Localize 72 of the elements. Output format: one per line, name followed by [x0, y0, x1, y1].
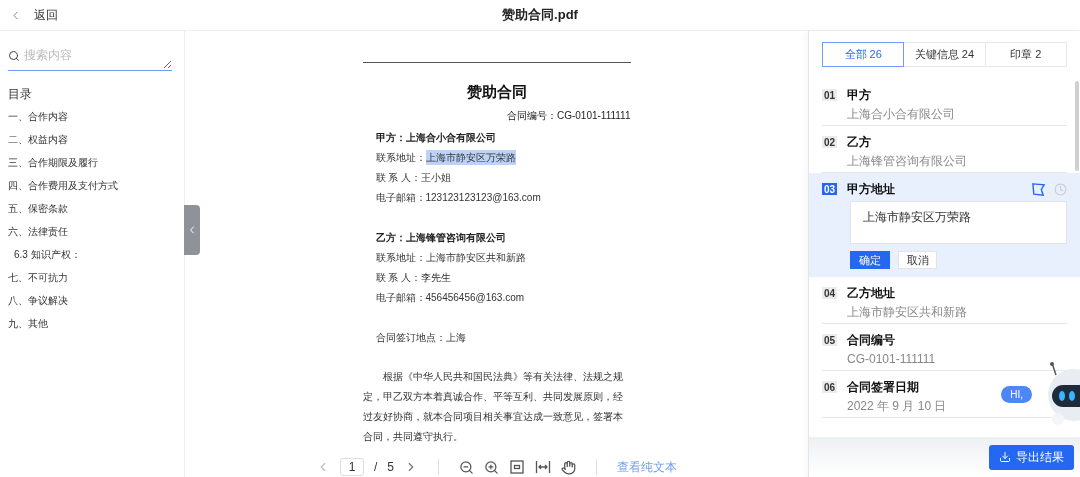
result-tab[interactable]: 关键信息 24 — [903, 42, 986, 67]
document-paragraph: 根据《中华人民共和国民法典》等有关法律、法规之规定，甲乙双方本着真诚合作、平等互利、共同发展原则，经过友好协商，就本合同项目相关事宜达成一致意见，签署本合同，共同遵守执行。 — [362, 370, 624, 444]
item-value: 上海合小合有限公司 — [847, 106, 955, 123]
download-icon — [999, 451, 1011, 463]
toc-item[interactable]: 七、不可抗力 — [8, 270, 68, 285]
search-icon — [8, 50, 20, 62]
item-value: CG-0101-111111 — [847, 351, 936, 368]
fit-width-icon[interactable] — [535, 459, 551, 475]
fit-page-icon[interactable] — [509, 459, 525, 475]
zoom-in-icon[interactable] — [484, 459, 499, 475]
toc-item[interactable]: 二、权益内容 — [8, 132, 68, 147]
toc-item[interactable]: 四、合作费用及支付方式 — [8, 178, 118, 193]
toc-item[interactable]: 五、保密条款 — [8, 201, 68, 216]
page-total: 5 — [387, 459, 394, 476]
item-number: 04 — [822, 287, 837, 299]
field-value: 上海市静安区万荣路 — [425, 149, 516, 165]
item-number: 03 — [822, 183, 837, 195]
field-value: 李先生 — [421, 270, 452, 285]
confirm-button[interactable]: 确定 — [850, 251, 890, 269]
contract-number: 合同编号：CG-0101-111111 — [506, 108, 631, 123]
field-value: 456456456@163.com — [425, 290, 525, 305]
result-item[interactable]: 04 乙方地址 上海市静安区共和新路 — [809, 277, 1080, 324]
item-number: 05 — [822, 334, 837, 346]
toc-item[interactable]: 九、其他 — [8, 316, 48, 331]
party-heading: 甲方：上海合小合有限公司 — [375, 130, 496, 145]
result-tab[interactable]: 全部 26 — [822, 42, 905, 67]
item-title: 合同编号 — [847, 332, 895, 349]
item-number: 01 — [822, 89, 837, 101]
document-text: 合同签订地点：上海 — [375, 330, 466, 345]
toc-item[interactable]: 三、合作期限及履行 — [8, 155, 98, 170]
export-button[interactable]: 导出结果 — [989, 444, 1074, 470]
item-value: 上海锋管咨询有限公司 — [847, 153, 967, 170]
item-number: 06 — [822, 381, 837, 393]
item-title: 甲方 — [847, 87, 871, 104]
item-title: 甲方地址 — [847, 181, 895, 198]
field-label: 联 系 人： — [375, 270, 422, 285]
page-number-field[interactable]: 1 — [340, 458, 364, 476]
contract-title: 赞助合同 — [466, 81, 527, 102]
field-label: 联系地址： — [375, 250, 426, 265]
field-value: 123123123123@163.com — [425, 190, 541, 205]
value-input[interactable]: 上海市静安区万荣路 — [850, 201, 1067, 244]
toc-item[interactable]: 八、争议解决 — [8, 293, 68, 308]
result-item[interactable]: 01 甲方 上海合小合有限公司 — [809, 79, 1080, 126]
scrollbar[interactable] — [1075, 81, 1079, 171]
zoom-out-icon[interactable] — [459, 459, 474, 475]
toc-item[interactable]: 六、法律责任 — [8, 224, 68, 239]
hand-icon[interactable] — [561, 459, 576, 475]
field-label: 联系地址： — [375, 150, 426, 165]
field-value: 上海市静安区共和新路 — [425, 250, 526, 265]
result-item[interactable]: 03 甲方地址 上海市静安区万荣路 确定 取消 — [809, 173, 1080, 277]
page-separator: / — [374, 459, 378, 476]
field-value: 王小姐 — [421, 170, 452, 185]
field-label: 电子邮箱： — [375, 190, 426, 205]
toc-heading: 目录 — [8, 86, 32, 103]
toc-item[interactable]: 6.3 知识产权： — [8, 247, 81, 262]
item-number: 02 — [822, 136, 837, 148]
field-label: 电子邮箱： — [375, 290, 426, 305]
item-title: 乙方地址 — [847, 285, 895, 302]
item-value: 上海市静安区共和新路 — [847, 304, 967, 321]
item-value: 2022 年 9 月 10 日 — [847, 398, 947, 415]
back-button[interactable]: 返回 — [0, 6, 58, 24]
collapse-handle[interactable] — [184, 205, 200, 255]
field-label: 联 系 人： — [375, 170, 422, 185]
item-title: 乙方 — [847, 134, 871, 151]
document-title: 赞助合同.pdf — [502, 6, 578, 25]
toc-item[interactable]: 一、合作内容 — [8, 109, 68, 124]
cancel-button[interactable]: 取消 — [898, 251, 937, 269]
region-select-icon[interactable] — [1031, 181, 1046, 197]
search-field[interactable]: 搜索内容 — [8, 45, 172, 71]
party-heading: 乙方：上海锋管咨询有限公司 — [375, 230, 506, 245]
item-title: 合同签署日期 — [847, 379, 919, 396]
result-tab[interactable]: 印章 2 — [984, 42, 1067, 67]
